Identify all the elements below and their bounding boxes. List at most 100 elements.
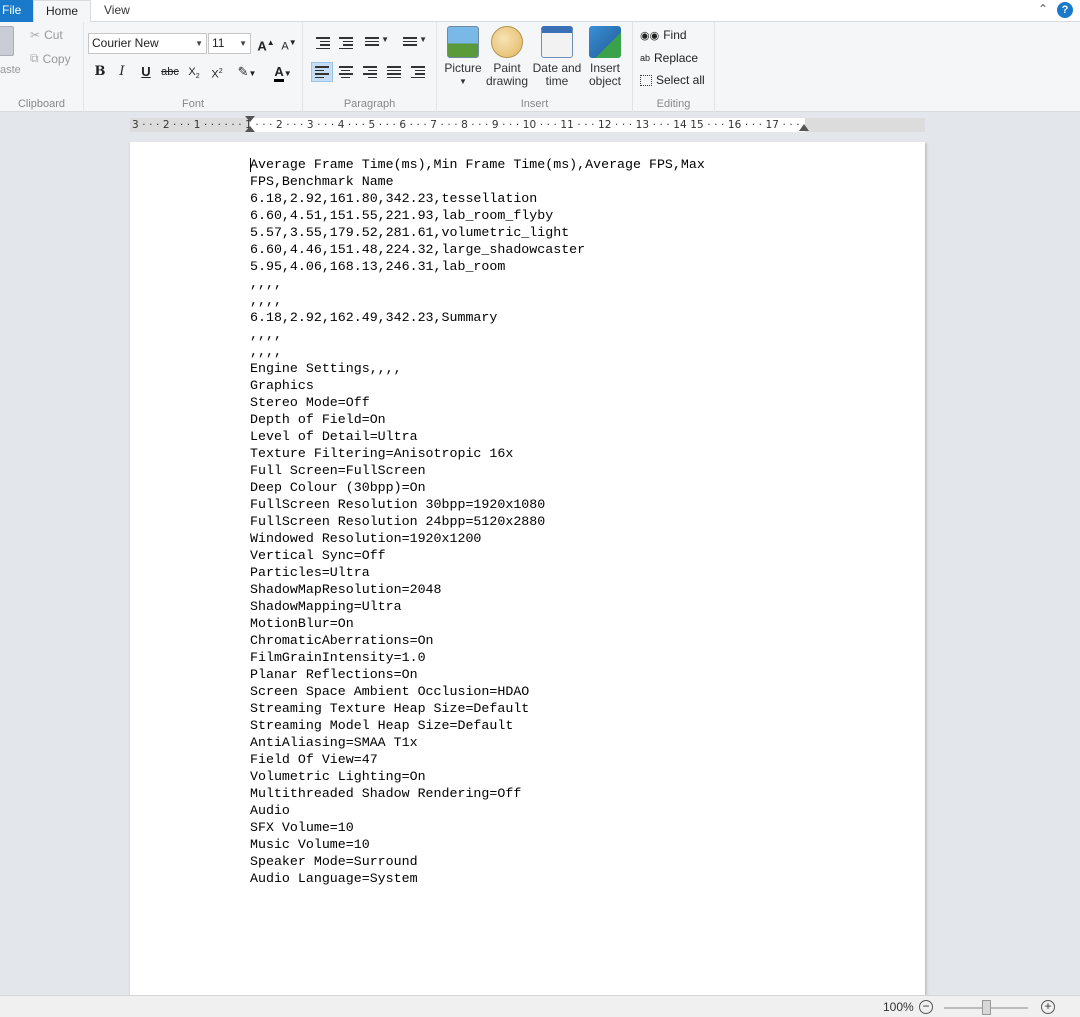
cut-button[interactable]: ✂ Cut — [30, 28, 63, 42]
superscript-button[interactable]: X2 — [206, 62, 228, 82]
picture-button[interactable]: Picture ▼ — [443, 26, 483, 88]
paragraph-group-label: Paragraph — [343, 98, 396, 110]
document-line: 6.60,4.51,151.55,221.93,lab_room_flyby — [250, 208, 554, 223]
justify-icon — [387, 66, 401, 80]
document-text[interactable]: Average Frame Time(ms),Min Frame Time(ms… — [250, 156, 705, 887]
highlight-color-button[interactable]: ✎▼ — [232, 62, 262, 82]
align-left-button[interactable] — [311, 62, 333, 82]
right-indent-marker[interactable] — [799, 124, 809, 131]
tab-file[interactable]: File — [0, 0, 34, 22]
document-line: ,,,, — [250, 276, 282, 291]
document-line: Planar Reflections=On — [250, 667, 418, 682]
document-line: Texture Filtering=Anisotropic 16x — [250, 446, 514, 461]
document-line: 5.95,4.06,168.13,246.31,lab_room — [250, 259, 506, 274]
document-line: ,,,, — [250, 293, 282, 308]
document-line: FullScreen Resolution 24bpp=5120x2880 — [250, 514, 546, 529]
find-button[interactable]: ◉◉ Find — [640, 28, 687, 42]
font-group: Courier New ▼ 11 ▼ A▲ A▼ B I U abc X2 X2… — [84, 22, 303, 112]
document-line: ShadowMapping=Ultra — [250, 599, 402, 614]
document-line: ,,,, — [250, 344, 282, 359]
find-label: Find — [663, 28, 687, 42]
font-size-value: 11 — [212, 36, 225, 50]
document-line: Level of Detail=Ultra — [250, 429, 418, 444]
document-line: Vertical Sync=Off — [250, 548, 386, 563]
subscript-button[interactable]: X2 — [183, 62, 205, 82]
font-family-select[interactable]: Courier New ▼ — [88, 33, 207, 54]
font-size-select[interactable]: 11 ▼ — [208, 33, 251, 54]
document-line: Windowed Resolution=1920x1200 — [250, 531, 482, 546]
document-line: Speaker Mode=Surround — [250, 854, 418, 869]
ruler-area: 3 · · · 2 · · · 1 · · · · · · 1 · · · 2 … — [0, 112, 1080, 142]
bold-button[interactable]: B — [89, 62, 111, 82]
italic-button[interactable]: I — [111, 62, 133, 82]
bullets-button[interactable]: ▼ — [361, 33, 389, 53]
paint-drawing-button[interactable]: Paint drawing — [485, 26, 529, 88]
shrink-font-button[interactable]: A▼ — [278, 33, 300, 53]
document-line: 5.57,3.55,179.52,281.61,volumetric_light — [250, 225, 570, 240]
copy-label: Copy — [42, 51, 71, 66]
underline-button[interactable]: U — [135, 62, 157, 82]
align-center-button[interactable] — [335, 62, 357, 82]
document-line: SFX Volume=10 — [250, 820, 354, 835]
paint-label-2: drawing — [485, 74, 529, 88]
document-line: Particles=Ultra — [250, 565, 370, 580]
document-line: 6.60,4.46,151.48,224.32,large_shadowcast… — [250, 242, 586, 257]
document-area: Average Frame Time(ms),Min Frame Time(ms… — [0, 142, 1080, 995]
align-right-button[interactable] — [359, 62, 381, 82]
paragraph-settings-button[interactable] — [407, 62, 429, 82]
document-line: Audio — [250, 803, 290, 818]
clipboard-group-label: Clipboard — [17, 98, 66, 110]
decrease-indent-icon — [316, 37, 330, 51]
document-line: FPS,Benchmark Name — [250, 174, 394, 189]
document-line: Full Screen=FullScreen — [250, 463, 426, 478]
document-line: Stereo Mode=Off — [250, 395, 370, 410]
highlighter-icon: ✎ — [237, 64, 249, 79]
select-all-button[interactable]: Select all — [640, 73, 705, 87]
justify-button[interactable] — [383, 62, 405, 82]
text-color-button[interactable]: A▼ — [268, 62, 298, 82]
document-line: Audio Language=System — [250, 871, 418, 886]
copy-button[interactable]: ⧉ Copy — [30, 51, 71, 66]
document-line: Field Of View=47 — [250, 752, 378, 767]
align-left-icon — [315, 66, 329, 80]
decrease-indent-button[interactable] — [312, 33, 334, 53]
copy-icon: ⧉ — [30, 51, 39, 65]
line-spacing-button[interactable]: ▼ — [399, 33, 427, 53]
replace-icon: ab — [640, 53, 651, 63]
editing-group-label: Editing — [656, 98, 691, 110]
picture-icon — [447, 26, 479, 58]
line-spacing-icon — [403, 37, 417, 48]
insert-object-button[interactable]: Insert object — [585, 26, 625, 88]
grow-font-button[interactable]: A▲ — [255, 33, 277, 53]
replace-button[interactable]: ab Replace — [640, 51, 698, 65]
document-line: 6.18,2.92,161.80,342.23,tessellation — [250, 191, 538, 206]
collapse-ribbon-icon[interactable]: ⌃ — [1038, 2, 1048, 16]
paragraph-group: ▼ ▼ Paragraph — [303, 22, 437, 112]
document-page[interactable]: Average Frame Time(ms),Min Frame Time(ms… — [130, 142, 925, 995]
first-line-indent-marker[interactable] — [245, 116, 255, 122]
document-line: 6.18,2.92,162.49,342.23,Summary — [250, 310, 498, 325]
increase-indent-button[interactable] — [335, 33, 357, 53]
tab-home[interactable]: Home — [33, 0, 91, 23]
document-line: ShadowMapResolution=2048 — [250, 582, 442, 597]
align-center-icon — [339, 66, 353, 80]
binoculars-icon: ◉◉ — [640, 29, 660, 42]
paste-icon[interactable] — [0, 26, 14, 56]
date-time-button[interactable]: Date and time — [531, 26, 583, 88]
paragraph-icon — [411, 66, 425, 80]
help-icon[interactable]: ? — [1057, 2, 1073, 18]
left-indent-marker[interactable] — [245, 126, 255, 132]
ribbon: aste ✂ Cut ⧉ Copy Clipboard Courier New … — [0, 22, 1080, 112]
document-line: Screen Space Ambient Occlusion=HDAO — [250, 684, 530, 699]
zoom-in-button[interactable]: + — [1041, 1000, 1055, 1014]
document-line: Streaming Texture Heap Size=Default — [250, 701, 530, 716]
tab-view[interactable]: View — [104, 0, 130, 21]
zoom-out-button[interactable]: − — [919, 1000, 933, 1014]
strikethrough-button[interactable]: abc — [159, 62, 181, 82]
document-line: Engine Settings,,,, — [250, 361, 402, 376]
paste-label[interactable]: aste — [0, 64, 21, 76]
zoom-slider-thumb[interactable] — [982, 1000, 991, 1015]
document-line: MotionBlur=On — [250, 616, 354, 631]
document-line: FilmGrainIntensity=1.0 — [250, 650, 426, 665]
picture-label: Picture — [444, 61, 482, 75]
